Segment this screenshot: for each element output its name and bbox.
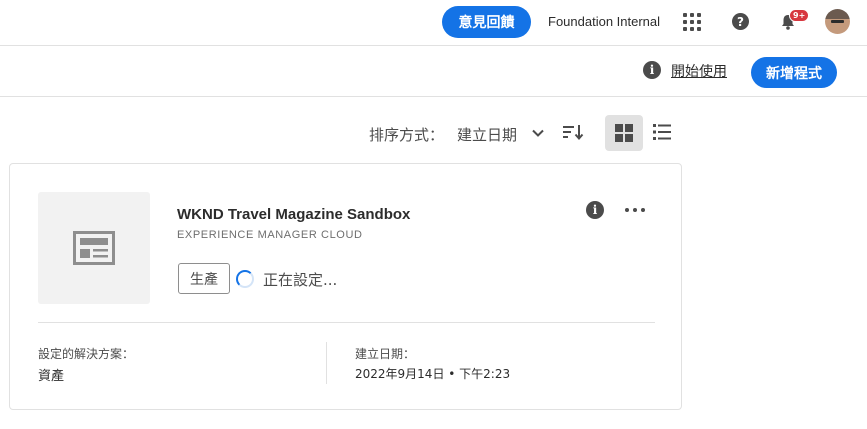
solutions-label: 設定的解決方案： <box>38 347 135 361</box>
sort-label: 排序方式： <box>369 126 445 144</box>
list-view-icon[interactable] <box>652 122 672 142</box>
grid-view-button[interactable] <box>605 115 643 151</box>
created-value: 2022年9月14日 • 下午2:23 <box>355 367 511 381</box>
get-started-link[interactable]: 開始使用 <box>671 61 727 81</box>
card-divider <box>38 322 655 323</box>
program-subtitle: EXPERIENCE MANAGER CLOUD <box>177 229 363 241</box>
feedback-button[interactable]: 意見回饋 <box>442 6 531 38</box>
website-icon <box>73 231 115 265</box>
more-options-icon[interactable] <box>625 208 645 214</box>
solutions-value: 資產 <box>38 369 65 384</box>
column-divider <box>326 342 327 384</box>
loading-spinner-icon <box>236 270 254 288</box>
status-text: 正在設定... <box>263 271 338 289</box>
program-card[interactable]: WKND Travel Magazine Sandbox EXPERIENCE … <box>9 163 682 410</box>
notification-count-badge: 9+ <box>789 9 810 22</box>
info-icon: i <box>643 61 661 79</box>
user-avatar[interactable] <box>825 9 850 34</box>
action-bar: i 開始使用 新增程式 <box>0 47 867 97</box>
help-icon[interactable]: ? <box>732 13 749 30</box>
program-thumbnail <box>38 192 150 304</box>
card-info-icon[interactable]: i <box>586 201 604 219</box>
created-label: 建立日期： <box>355 347 416 361</box>
sort-order-icon[interactable] <box>562 123 584 141</box>
grid-view-icon <box>615 124 633 142</box>
top-bar: 意見回饋 Foundation Internal ? 9+ <box>0 0 867 46</box>
org-switcher[interactable]: Foundation Internal <box>548 14 660 29</box>
chevron-down-icon[interactable] <box>531 126 545 140</box>
apps-grid-icon[interactable] <box>683 13 701 31</box>
environment-tag[interactable]: 生產 <box>178 263 230 294</box>
sort-select[interactable]: 建立日期 <box>457 124 517 145</box>
add-program-button[interactable]: 新增程式 <box>751 57 837 88</box>
program-title[interactable]: WKND Travel Magazine Sandbox <box>177 206 410 223</box>
